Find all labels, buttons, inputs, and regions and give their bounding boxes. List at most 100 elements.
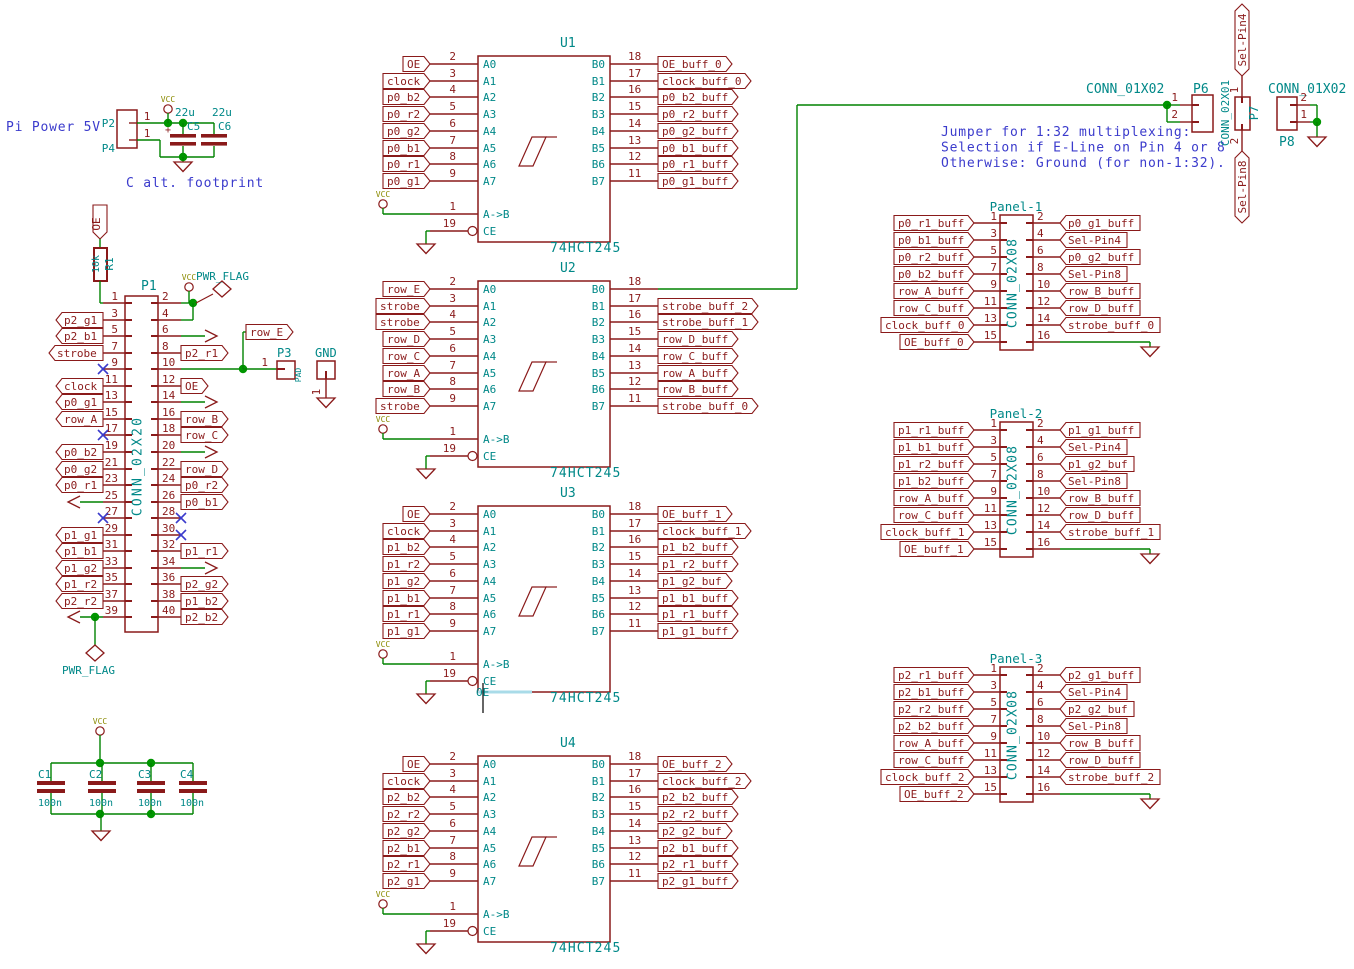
net-label-text: p2_g2_buf <box>662 825 722 838</box>
net-label-text: p2_b2_buff <box>662 791 728 804</box>
pin-number: 17 <box>105 422 118 435</box>
net-label-text: Sel-Pin4 <box>1068 686 1121 699</box>
net-label-text: p2_r1 <box>387 858 420 871</box>
pin-number: 12 <box>162 373 175 386</box>
connector-p6[interactable] <box>1192 95 1213 132</box>
pwr-flag-symbol <box>86 645 104 661</box>
pin-name: B1 <box>592 775 605 788</box>
vcc-text: VCC <box>161 95 176 104</box>
pin-number: 7 <box>990 261 997 274</box>
pin-number: 5 <box>111 323 118 336</box>
pin-number: 18 <box>628 500 641 513</box>
net-label-text: OE_buff_0 <box>662 58 722 71</box>
gnd-symbol <box>1141 799 1159 809</box>
pin-number: 27 <box>105 505 118 518</box>
pin-number: 11 <box>105 373 118 386</box>
ref-r1: R1 <box>103 257 116 270</box>
pin-number: 13 <box>628 134 641 147</box>
pin-name: A0 <box>483 758 496 771</box>
net-label-text: strobe <box>380 400 420 413</box>
pwr-flag-text: PWR_FLAG <box>62 664 115 677</box>
pin-number: 3 <box>990 679 997 692</box>
pin-number: 11 <box>628 167 641 180</box>
pin-number: 15 <box>628 800 641 813</box>
net-label-text: p1_r1_buff <box>662 608 728 621</box>
value-100n: 100n <box>38 798 62 809</box>
schematic-canvas[interactable]: Pi Power 5VP2P411VCC+22uC522uC6C alt. fo… <box>0 0 1354 969</box>
pin-number: 19 <box>443 667 456 680</box>
buffer-glyph <box>519 837 546 866</box>
pin-number: 17 <box>628 517 641 530</box>
net-label-text: p1_r1 <box>387 608 420 621</box>
net-label-text: p1_r2_buff <box>662 558 728 571</box>
gnd-symbol <box>417 694 435 704</box>
buffer-glyph <box>519 362 546 391</box>
pin-number: 14 <box>628 817 642 830</box>
ce-invert-bubble <box>468 452 477 461</box>
pin-number: 17 <box>628 67 641 80</box>
pin-name: B1 <box>592 300 605 313</box>
pin-name: B5 <box>592 592 605 605</box>
pin-name: B1 <box>592 75 605 88</box>
open-arrow-left <box>68 611 80 623</box>
pin-number: 2 <box>1037 662 1044 675</box>
net-label-text: row_C_buff <box>898 509 964 522</box>
ref-C3: C3 <box>138 768 151 781</box>
net-label-text: p2_r1 <box>185 347 218 360</box>
pin-name: A3 <box>483 558 496 571</box>
pin-name: A7 <box>483 400 496 413</box>
pin-number: 40 <box>162 604 175 617</box>
pin-name: B2 <box>592 91 605 104</box>
pin-number: 4 <box>1037 679 1044 692</box>
net-label-text: p2_r1_buff <box>662 858 728 871</box>
net-label-text: row_C_buff <box>898 754 964 767</box>
pin-name: A2 <box>483 541 496 554</box>
net-label-text: row_D_buff <box>662 333 728 346</box>
net-label-text: p0_b1_buff <box>898 234 964 247</box>
vcc-symbol <box>96 727 104 735</box>
net-label-text: p2_b1_buff <box>662 842 728 855</box>
net-label-text: p0_r2_buff <box>898 251 964 264</box>
connector-p2p4[interactable] <box>117 110 137 148</box>
pin-number: 18 <box>162 422 175 435</box>
pin-number: 14 <box>162 389 176 402</box>
net-label-text: row_B <box>185 413 218 426</box>
junction-dot <box>96 759 104 767</box>
pin-number: 3 <box>449 67 456 80</box>
pin-number: 13 <box>628 584 641 597</box>
pin-number: 5 <box>990 696 997 709</box>
open-arrow-right <box>205 446 217 458</box>
net-label-text: p1_b2 <box>185 595 218 608</box>
net-label-text: row_A <box>387 367 420 380</box>
pin-name: A6 <box>483 608 496 621</box>
cap-plate <box>179 789 207 793</box>
pin-name: B6 <box>592 608 605 621</box>
pin-number: 2 <box>449 750 456 763</box>
pin-name: A2 <box>483 91 496 104</box>
pin-number: 9 <box>990 278 997 291</box>
open-arrow-left <box>68 496 80 508</box>
net-label-text: p1_g1_buff <box>662 625 728 638</box>
pin-number: 8 <box>1037 468 1044 481</box>
pin-name: A1 <box>483 525 496 538</box>
net-label-text: p0_g1 <box>387 175 420 188</box>
pin-number: 6 <box>162 323 169 336</box>
pin-number: 34 <box>162 555 176 568</box>
pin-number: 15 <box>628 100 641 113</box>
pin-number: 5 <box>449 550 456 563</box>
pin-number: 14 <box>628 567 642 580</box>
net-label-text: p0_g2 <box>387 125 420 138</box>
pin-number: 15 <box>984 536 997 549</box>
pin-name: CE <box>483 450 496 463</box>
net-label-text: row_A_buff <box>898 492 964 505</box>
pin-number: 15 <box>628 325 641 338</box>
value-100n: 100n <box>180 798 204 809</box>
pin-name: CE <box>483 225 496 238</box>
pin-number: 1 <box>449 425 456 438</box>
net-label-text: row_C <box>185 429 218 442</box>
cap-plate <box>137 781 165 785</box>
net-label-text: p1_g1_buff <box>1068 424 1134 437</box>
pin-name: A->B <box>483 208 510 221</box>
ref-C1: C1 <box>38 768 51 781</box>
connector-p8[interactable] <box>1277 97 1297 130</box>
